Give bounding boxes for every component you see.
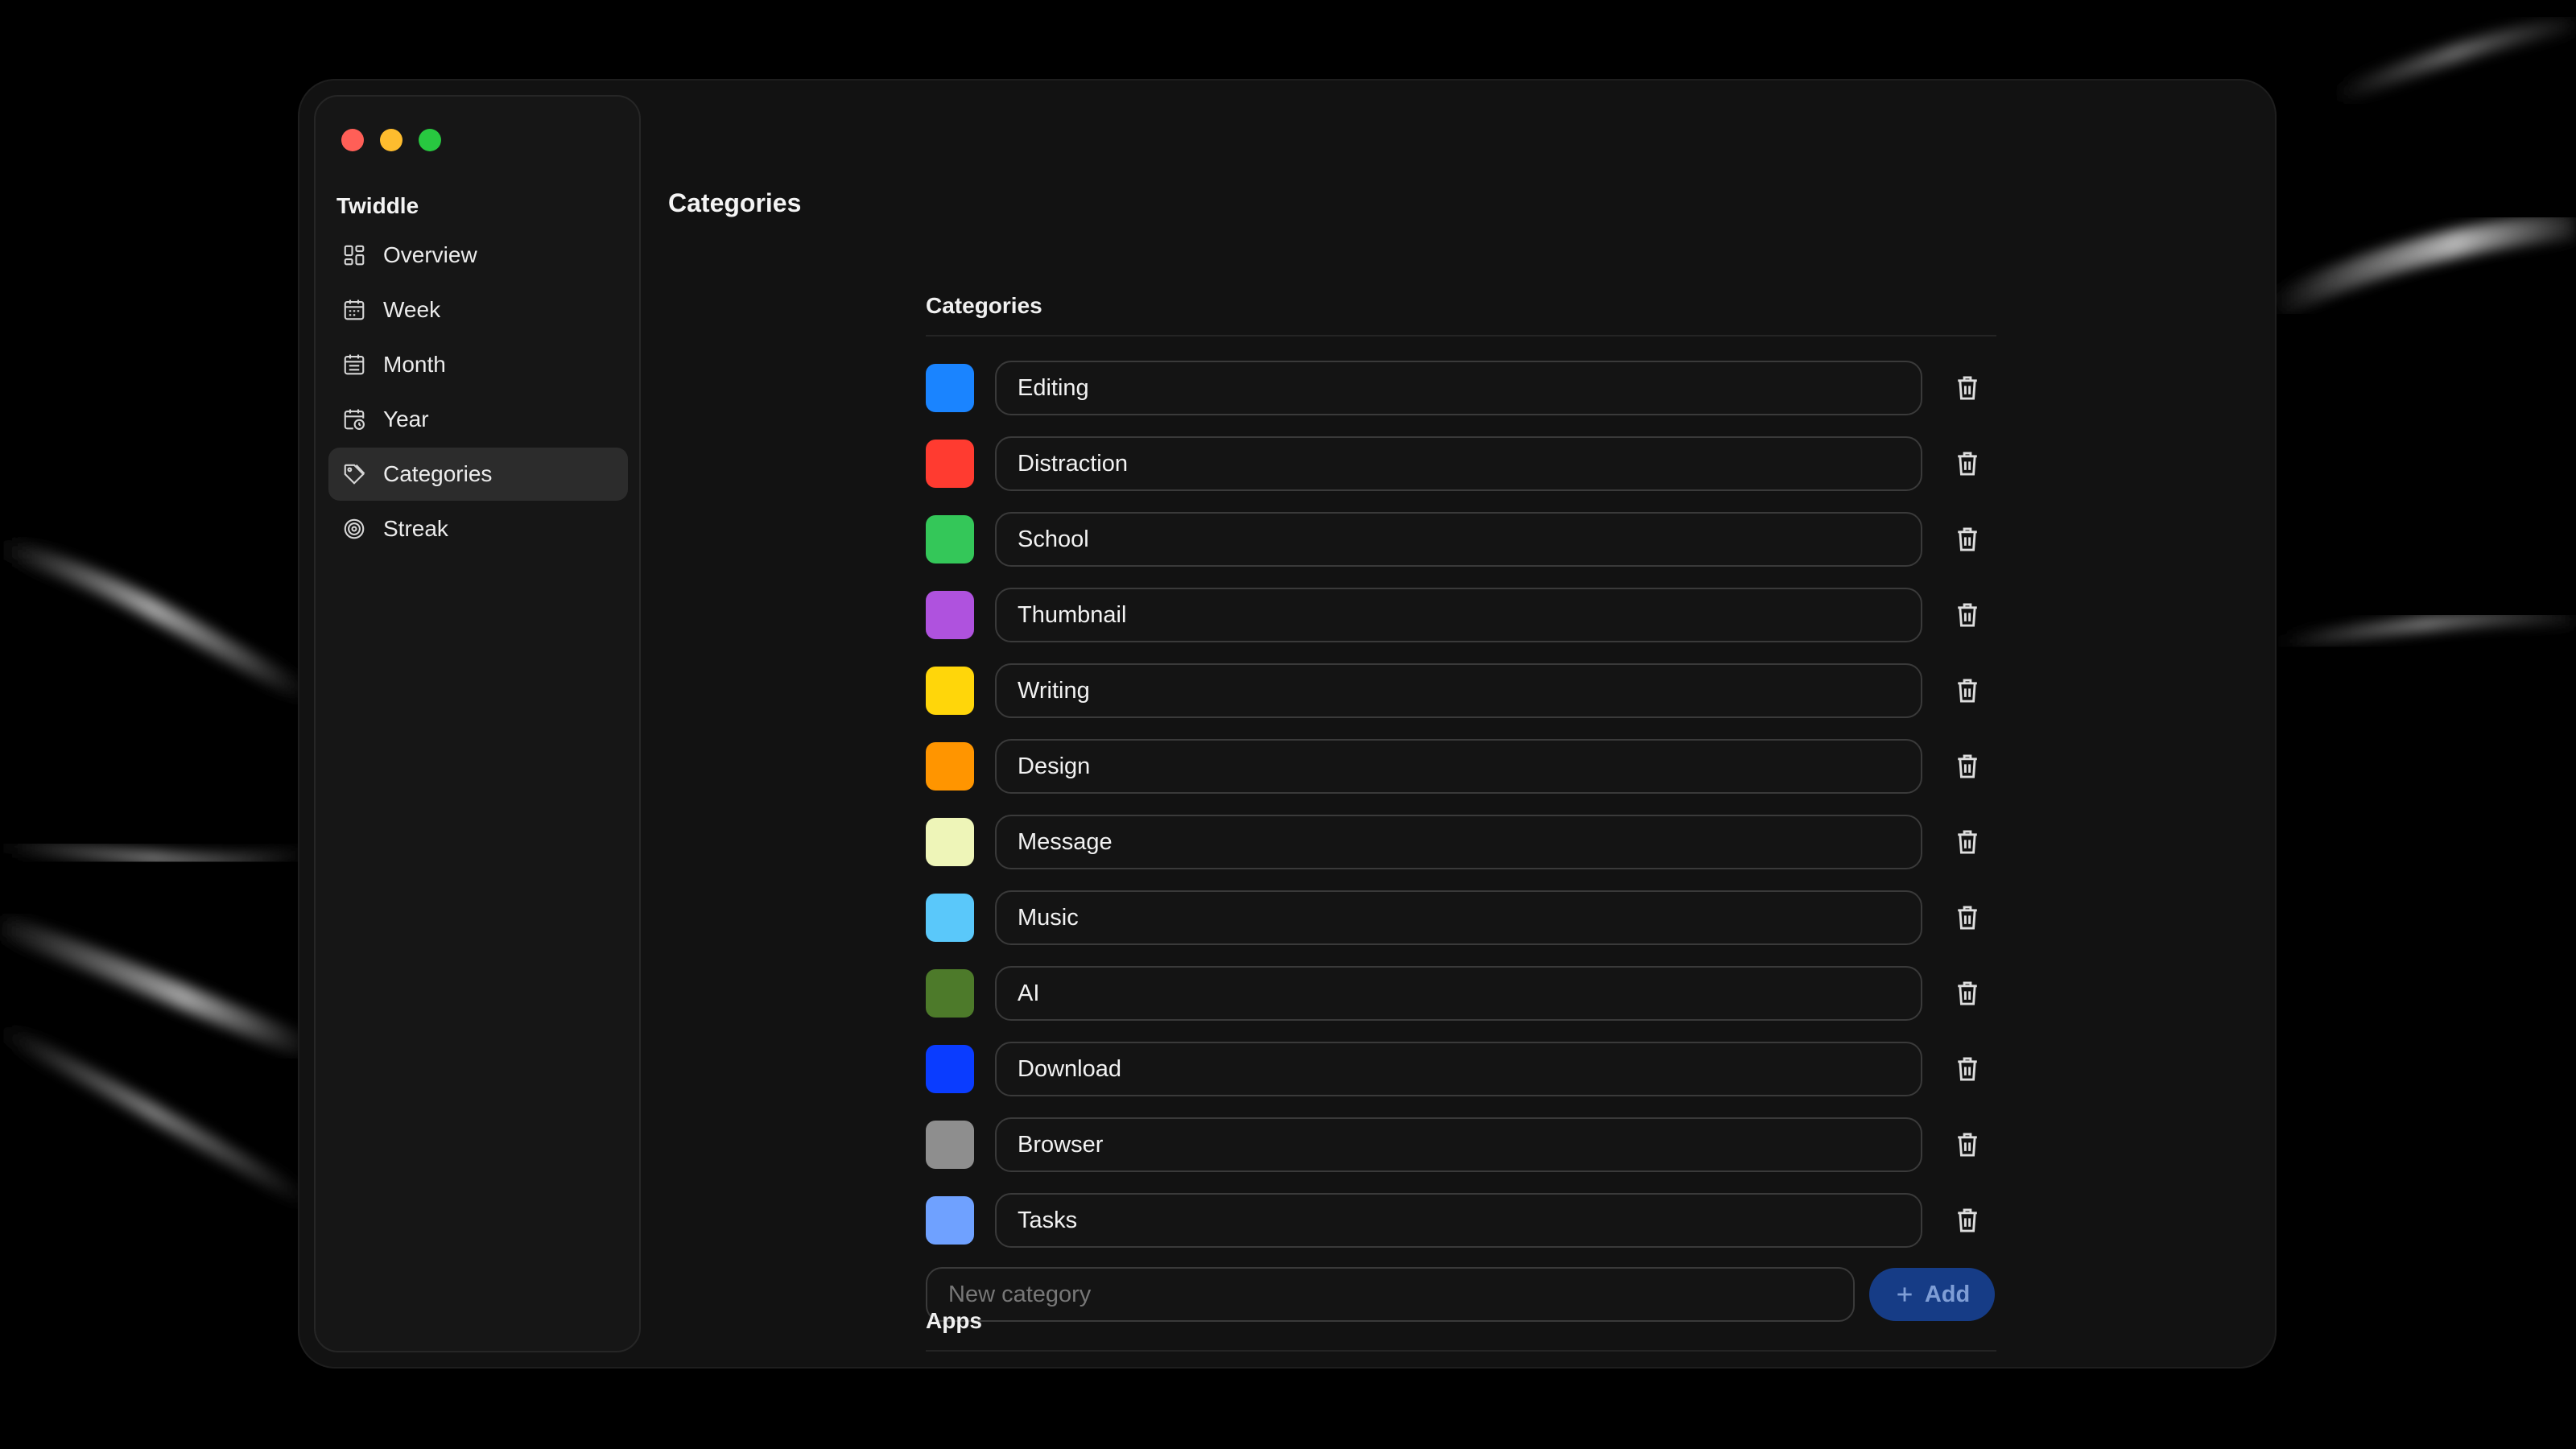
category-row: Editing bbox=[926, 359, 1996, 417]
color-swatch[interactable] bbox=[926, 894, 974, 942]
color-swatch[interactable] bbox=[926, 364, 974, 412]
category-name-field[interactable]: Message bbox=[995, 815, 1922, 869]
sidebar-item-overview[interactable]: Overview bbox=[328, 229, 628, 282]
category-name-field[interactable]: AI bbox=[995, 966, 1922, 1021]
color-swatch[interactable] bbox=[926, 742, 974, 791]
add-button-label: Add bbox=[1924, 1281, 1971, 1307]
category-list: Editing Distraction School Thumbnail Wri bbox=[926, 359, 1996, 1249]
delete-button[interactable] bbox=[1951, 372, 1984, 404]
apps-section: Apps bbox=[926, 1308, 1996, 1352]
sidebar-item-label: Categories bbox=[383, 461, 493, 486]
trash-icon bbox=[1958, 981, 1977, 1005]
delete-button[interactable] bbox=[1951, 599, 1984, 631]
color-swatch[interactable] bbox=[926, 591, 974, 639]
close-window-button[interactable] bbox=[341, 129, 364, 151]
sidebar-item-label: Overview bbox=[383, 242, 477, 267]
category-name-field[interactable]: Tasks bbox=[995, 1193, 1922, 1248]
trash-icon bbox=[1958, 679, 1977, 703]
window-controls bbox=[341, 129, 441, 151]
sidebar-item-label: Year bbox=[383, 407, 429, 431]
trash-icon bbox=[1958, 376, 1977, 400]
trash-icon bbox=[1958, 754, 1977, 778]
sidebar-item-year[interactable]: Year bbox=[328, 393, 628, 446]
sidebar-item-label: Month bbox=[383, 352, 446, 377]
section-header: Apps bbox=[926, 1308, 1996, 1352]
delete-button[interactable] bbox=[1951, 902, 1984, 934]
category-name-field[interactable]: Browser bbox=[995, 1117, 1922, 1172]
delete-button[interactable] bbox=[1951, 826, 1984, 858]
trash-icon bbox=[1958, 452, 1977, 476]
category-name-field[interactable]: Editing bbox=[995, 361, 1922, 415]
trash-icon bbox=[1958, 830, 1977, 854]
category-name-field[interactable]: School bbox=[995, 512, 1922, 567]
calendar-clock-icon bbox=[341, 407, 367, 432]
trash-icon bbox=[1958, 1057, 1977, 1081]
delete-button[interactable] bbox=[1951, 750, 1984, 782]
color-swatch[interactable] bbox=[926, 969, 974, 1018]
color-swatch[interactable] bbox=[926, 515, 974, 564]
category-row: AI bbox=[926, 964, 1996, 1022]
section-header: Categories bbox=[926, 293, 1996, 336]
delete-button[interactable] bbox=[1951, 523, 1984, 555]
calendar-month-icon bbox=[341, 352, 367, 378]
trash-icon bbox=[1958, 603, 1977, 627]
delete-button[interactable] bbox=[1951, 448, 1984, 480]
sidebar-item-label: Week bbox=[383, 297, 441, 322]
category-row: Writing bbox=[926, 662, 1996, 720]
page-title: Categories bbox=[668, 188, 802, 217]
category-name-field[interactable]: Writing bbox=[995, 663, 1922, 718]
color-swatch[interactable] bbox=[926, 818, 974, 866]
category-row: Browser bbox=[926, 1116, 1996, 1174]
trash-icon bbox=[1958, 906, 1977, 930]
color-swatch[interactable] bbox=[926, 1196, 974, 1245]
category-row: School bbox=[926, 510, 1996, 568]
color-swatch[interactable] bbox=[926, 1045, 974, 1093]
sidebar-item-label: Streak bbox=[383, 516, 448, 541]
sidebar: Twiddle Overview Week Month Year Categor… bbox=[314, 95, 641, 1352]
color-swatch[interactable] bbox=[926, 440, 974, 488]
calendar-week-icon bbox=[341, 297, 367, 323]
categories-section: Categories Editing Distraction School Th… bbox=[926, 293, 1996, 1322]
target-icon bbox=[341, 516, 367, 542]
tag-icon bbox=[341, 461, 367, 487]
grid-icon bbox=[341, 242, 367, 268]
category-row: Download bbox=[926, 1040, 1996, 1098]
delete-button[interactable] bbox=[1951, 1053, 1984, 1085]
sidebar-nav: Overview Week Month Year Categories Stre… bbox=[328, 229, 628, 557]
plus-icon bbox=[1897, 1287, 1912, 1302]
category-row: Message bbox=[926, 813, 1996, 871]
category-name-field[interactable]: Distraction bbox=[995, 436, 1922, 491]
sidebar-item-categories[interactable]: Categories bbox=[328, 448, 628, 501]
app-name: Twiddle bbox=[336, 193, 419, 218]
color-swatch[interactable] bbox=[926, 1121, 974, 1169]
minimize-window-button[interactable] bbox=[380, 129, 402, 151]
trash-icon bbox=[1958, 1133, 1977, 1157]
color-swatch[interactable] bbox=[926, 667, 974, 715]
category-name-field[interactable]: Thumbnail bbox=[995, 588, 1922, 642]
trash-icon bbox=[1958, 1208, 1977, 1232]
delete-button[interactable] bbox=[1951, 977, 1984, 1009]
delete-button[interactable] bbox=[1951, 1129, 1984, 1161]
category-name-field[interactable]: Download bbox=[995, 1042, 1922, 1096]
category-name-field[interactable]: Music bbox=[995, 890, 1922, 945]
sidebar-item-month[interactable]: Month bbox=[328, 338, 628, 391]
category-row: Tasks bbox=[926, 1191, 1996, 1249]
trash-icon bbox=[1958, 527, 1977, 551]
app-window: Twiddle Overview Week Month Year Categor… bbox=[299, 80, 2275, 1367]
maximize-window-button[interactable] bbox=[419, 129, 441, 151]
delete-button[interactable] bbox=[1951, 1204, 1984, 1236]
category-row: Music bbox=[926, 889, 1996, 947]
sidebar-item-streak[interactable]: Streak bbox=[328, 502, 628, 555]
category-row: Design bbox=[926, 737, 1996, 795]
category-name-field[interactable]: Design bbox=[995, 739, 1922, 794]
category-row: Thumbnail bbox=[926, 586, 1996, 644]
sidebar-item-week[interactable]: Week bbox=[328, 283, 628, 336]
delete-button[interactable] bbox=[1951, 675, 1984, 707]
category-row: Distraction bbox=[926, 435, 1996, 493]
